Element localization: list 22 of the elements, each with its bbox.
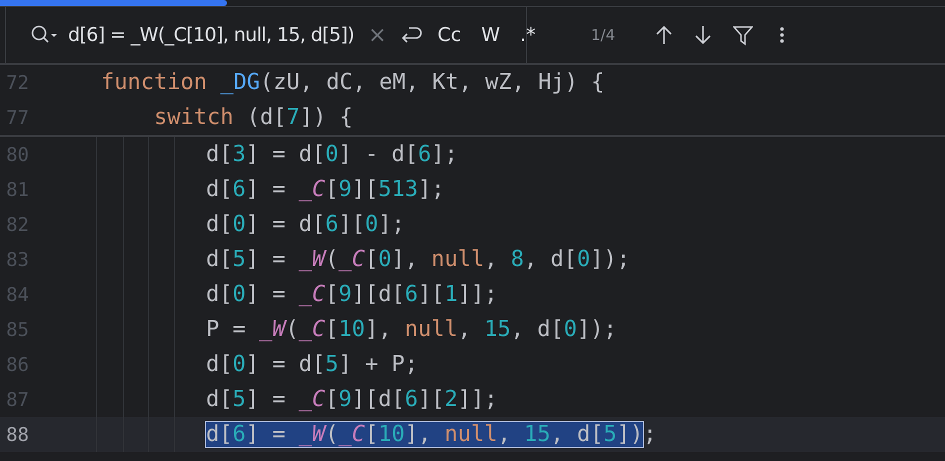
arrow-down-icon[interactable] [694, 24, 712, 46]
match-count: 1/4 [591, 26, 616, 44]
search-option[interactable]: .* [515, 22, 541, 48]
code-line: d[0] = d[6][0]; [206, 212, 405, 237]
more-icon[interactable] [779, 24, 785, 46]
code-line: d[0] = _C[9][d[6][1]]; [206, 282, 498, 307]
code-line: P = _W(_C[10], null, 15, d[0]); [206, 317, 617, 342]
search-option[interactable]: W [476, 22, 506, 48]
code-line: d[0] = d[5] + P; [206, 352, 418, 377]
code-line: d[3] = d[0] - d[6]; [206, 142, 458, 167]
arrow-up-icon[interactable] [655, 24, 673, 46]
code-line: d[6] = _C[9][513]; [206, 177, 444, 202]
code-line: d[5] = _W(_C[0], null, 8, d[0]); [206, 247, 630, 272]
filter-icon[interactable] [733, 24, 753, 46]
line-number: 88 [5, 424, 29, 446]
code-line: function _DG(zU, dC, eM, Kt, wZ, Hj) { [101, 70, 604, 95]
code-line: ; [643, 422, 656, 447]
code-line: d[5] = _C[9][d[6][2]]; [206, 387, 498, 412]
search-option[interactable]: Cc [432, 22, 466, 48]
selected-code: d[6] = _W(_C[10], null, 15, d[5]) [206, 422, 644, 447]
code-line: switch (d[7]) { [154, 105, 353, 130]
search-query[interactable]: d[6] = _W(_C[10], null, 15, d[5]) [68, 24, 354, 46]
